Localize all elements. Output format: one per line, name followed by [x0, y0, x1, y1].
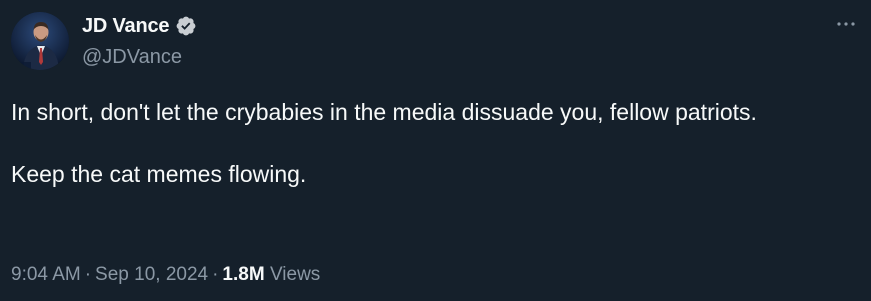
avatar-image: [11, 12, 69, 70]
tweet-metadata: 9:04 AM · Sep 10, 2024 · 1.8M Views: [11, 262, 320, 288]
separator-dot: ·: [84, 264, 92, 285]
views-label[interactable]: Views: [270, 264, 320, 285]
more-options-button[interactable]: [829, 12, 863, 36]
author-handle[interactable]: @JDVance: [82, 45, 182, 69]
views-count[interactable]: 1.8M: [222, 264, 264, 285]
separator-dot: ·: [212, 264, 219, 285]
author-name-row: JD Vance: [82, 13, 197, 39]
tweet-text: In short, don't let the crybabies in the…: [11, 96, 851, 190]
avatar[interactable]: [11, 12, 69, 70]
verified-badge-icon[interactable]: [175, 15, 197, 37]
tweet-paragraph: In short, don't let the crybabies in the…: [11, 99, 757, 125]
tweet-card: JD Vance @JDVance In short, don't let th…: [0, 0, 871, 301]
tweet-date[interactable]: Sep 10, 2024: [95, 264, 208, 285]
tweet-time[interactable]: 9:04 AM: [11, 264, 81, 285]
tweet-paragraph: Keep the cat memes flowing.: [11, 161, 307, 187]
more-horizontal-icon: [837, 22, 855, 26]
author-display-name[interactable]: JD Vance: [82, 13, 170, 39]
